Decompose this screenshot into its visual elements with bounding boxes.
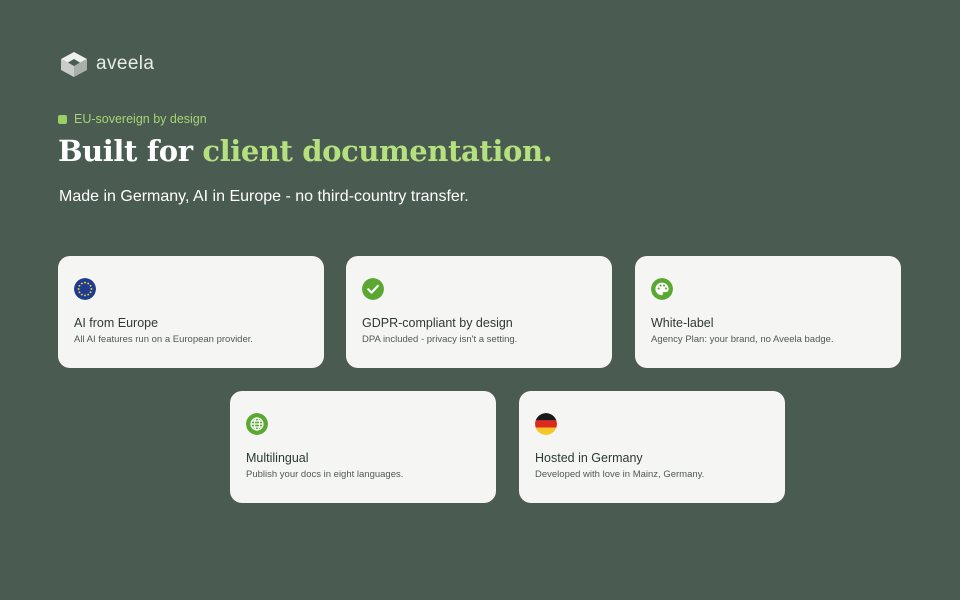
eyebrow-text: EU-sovereign by design — [74, 112, 207, 126]
cube-logo-icon — [61, 52, 87, 77]
page-headline: Built for client documentation. — [58, 134, 553, 168]
palette-icon — [651, 278, 673, 300]
feature-title: Hosted in Germany — [535, 451, 643, 465]
feature-title: Multilingual — [246, 451, 309, 465]
feature-description: Agency Plan: your brand, no Aveela badge… — [651, 334, 834, 345]
feature-description: DPA included - privacy isn't a setting. — [362, 334, 518, 345]
feature-card-white-label: White-label Agency Plan: your brand, no … — [635, 256, 901, 368]
eyebrow-tag: EU-sovereign by design — [58, 112, 207, 126]
feature-title: GDPR-compliant by design — [362, 316, 513, 330]
brand-logo[interactable]: aveela — [58, 50, 154, 78]
checkmark-icon — [362, 278, 384, 300]
brand-name: aveela — [96, 53, 155, 74]
feature-card-hosted-germany: Hosted in Germany Developed with love in… — [519, 391, 785, 503]
feature-description: Developed with love in Mainz, Germany. — [535, 469, 705, 480]
feature-description: All AI features run on a European provid… — [74, 334, 254, 345]
square-bullet-icon — [58, 114, 67, 124]
feature-card-gdpr: GDPR-compliant by design DPA included - … — [346, 256, 612, 368]
page-subheadline: Made in Germany, AI in Europe - no third… — [59, 188, 469, 205]
globe-icon — [246, 413, 268, 435]
german-flag-icon — [535, 413, 557, 435]
feature-card-multilingual: Multilingual Publish your docs in eight … — [230, 391, 496, 503]
feature-description: Publish your docs in eight languages. — [246, 469, 404, 480]
headline-accent: client documentation. — [202, 134, 553, 168]
feature-title: White-label — [651, 316, 714, 330]
headline-part1: Built for — [58, 134, 203, 168]
feature-card-ai-europe: AI from Europe All AI features run on a … — [58, 256, 324, 368]
eu-flag-icon — [74, 278, 96, 300]
feature-title: AI from Europe — [74, 316, 159, 330]
